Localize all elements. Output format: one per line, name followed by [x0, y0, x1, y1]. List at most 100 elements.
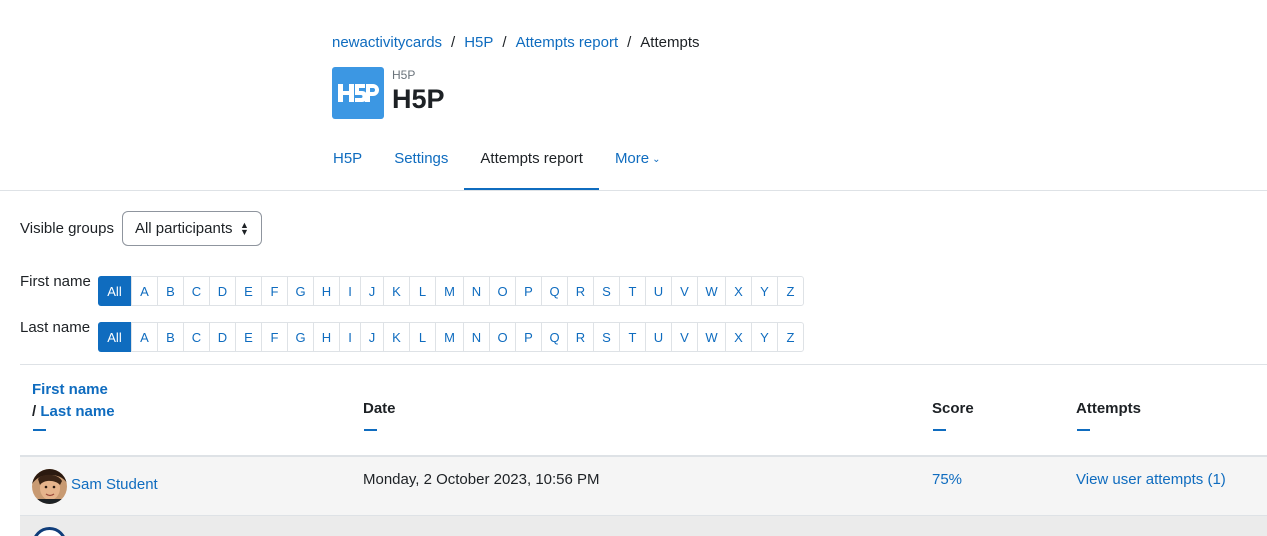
last-name-initial-a[interactable]: A: [131, 323, 157, 351]
breadcrumb-separator: /: [627, 34, 632, 51]
first-name-initial-y[interactable]: Y: [751, 277, 777, 305]
first-name-initial-v[interactable]: V: [671, 277, 697, 305]
last-name-initial-w[interactable]: W: [697, 323, 725, 351]
first-name-initial-t[interactable]: T: [619, 277, 645, 305]
last-name-initial-e[interactable]: E: [235, 323, 261, 351]
table-top-border: [20, 364, 1267, 365]
last-name-initial-t[interactable]: T: [619, 323, 645, 351]
page-pretitle: H5P: [392, 68, 416, 82]
avatar[interactable]: [32, 527, 67, 536]
last-name-initials-label: Last name: [20, 319, 91, 336]
last-name-initial-x[interactable]: X: [725, 323, 751, 351]
breadcrumb-separator: /: [502, 34, 507, 51]
name-separator: /: [32, 403, 37, 420]
first-name-initial-b[interactable]: B: [157, 277, 183, 305]
last-name-initial-q[interactable]: Q: [541, 323, 567, 351]
breadcrumb-attempts-report-link[interactable]: Attempts report: [516, 34, 619, 51]
first-name-initial-x[interactable]: X: [725, 277, 751, 305]
first-name-initial-s[interactable]: S: [593, 277, 619, 305]
last-name-initial-all[interactable]: All: [98, 322, 131, 352]
last-name-initial-p[interactable]: P: [515, 323, 541, 351]
first-name-initial-m[interactable]: M: [435, 277, 463, 305]
first-name-initial-k[interactable]: K: [383, 277, 409, 305]
page-title: H5P: [392, 84, 445, 114]
last-name-initial-d[interactable]: D: [209, 323, 235, 351]
collapse-score-column-icon[interactable]: [933, 429, 946, 431]
select-arrows-icon: ▲ ▼: [240, 219, 249, 237]
tabs-divider: [0, 190, 1267, 191]
first-name-initial-z[interactable]: Z: [777, 277, 803, 305]
attempt-date: Monday, 2 October 2023, 10:56 PM: [363, 471, 600, 488]
last-name-initials: Last name All A B C D E F G H I J K L M N O P Q R S T U V W X Y Z: [20, 319, 804, 352]
chevron-down-icon: ⌄: [652, 154, 661, 165]
sort-last-name-link[interactable]: Last name: [40, 403, 114, 420]
first-name-initial-i[interactable]: I: [339, 277, 360, 305]
first-name-initial-o[interactable]: O: [489, 277, 515, 305]
user-name-link[interactable]: Sam Student: [71, 476, 158, 493]
breadcrumb: newactivitycards / H5P / Attempts report…: [332, 34, 699, 51]
avatar[interactable]: [32, 469, 67, 504]
breadcrumb-h5p-link[interactable]: H5P: [464, 34, 493, 51]
collapse-date-column-icon[interactable]: [364, 429, 377, 431]
score-link[interactable]: 75%: [932, 471, 962, 488]
first-name-initial-c[interactable]: C: [183, 277, 209, 305]
first-name-initial-f[interactable]: F: [261, 277, 287, 305]
first-name-initials-label: First name: [20, 273, 91, 290]
last-name-initials-bar: All A B C D E F G H I J K L M N O P Q R S T U V W X Y Z: [98, 322, 804, 352]
last-name-initial-g[interactable]: G: [287, 323, 313, 351]
first-name-initial-q[interactable]: Q: [541, 277, 567, 305]
first-name-initials-bar: All A B C D E F G H I J K L M N O P Q R S T U V W X Y Z: [98, 276, 804, 306]
last-name-initial-i[interactable]: I: [339, 323, 360, 351]
first-name-initial-h[interactable]: H: [313, 277, 339, 305]
first-name-initial-all[interactable]: All: [98, 276, 131, 306]
last-name-initial-r[interactable]: R: [567, 323, 593, 351]
collapse-name-column-icon[interactable]: [33, 429, 46, 431]
last-name-initial-h[interactable]: H: [313, 323, 339, 351]
first-name-initial-d[interactable]: D: [209, 277, 235, 305]
last-name-initial-o[interactable]: O: [489, 323, 515, 351]
visible-groups-label: Visible groups: [20, 220, 114, 237]
table-row: Sam Student Monday, 2 October 2023, 10:5…: [20, 457, 1267, 516]
h5p-logo-icon: [332, 67, 384, 119]
visible-groups-selected: All participants: [134, 220, 233, 237]
last-name-initial-y[interactable]: Y: [751, 323, 777, 351]
last-name-initial-f[interactable]: F: [261, 323, 287, 351]
last-name-initial-j[interactable]: J: [360, 323, 383, 351]
tab-more[interactable]: More ⌄: [599, 132, 677, 191]
column-header-name: First name / Last name: [32, 379, 115, 423]
view-user-attempts-link[interactable]: View user attempts (1): [1076, 471, 1226, 488]
breadcrumb-current: Attempts: [640, 34, 700, 51]
sort-first-name-link[interactable]: First name: [32, 381, 108, 398]
last-name-initial-l[interactable]: L: [409, 323, 435, 351]
first-name-initial-j[interactable]: J: [360, 277, 383, 305]
visible-groups-select[interactable]: All participants ▲ ▼: [121, 211, 262, 246]
column-header-score: Score: [932, 400, 974, 417]
last-name-initial-m[interactable]: M: [435, 323, 463, 351]
last-name-initial-s[interactable]: S: [593, 323, 619, 351]
last-name-initial-z[interactable]: Z: [777, 323, 803, 351]
column-header-attempts: Attempts: [1076, 400, 1142, 417]
first-name-initial-a[interactable]: A: [131, 277, 157, 305]
page-header: H5P H5P: [332, 67, 445, 119]
collapse-attempts-column-icon[interactable]: [1077, 429, 1090, 431]
first-name-initial-n[interactable]: N: [463, 277, 489, 305]
last-name-initial-b[interactable]: B: [157, 323, 183, 351]
tab-more-label: More: [614, 150, 650, 167]
first-name-initial-u[interactable]: U: [645, 277, 671, 305]
first-name-initial-e[interactable]: E: [235, 277, 261, 305]
tab-attempts-report[interactable]: Attempts report: [464, 132, 599, 191]
last-name-initial-n[interactable]: N: [463, 323, 489, 351]
first-name-initial-r[interactable]: R: [567, 277, 593, 305]
last-name-initial-c[interactable]: C: [183, 323, 209, 351]
first-name-initial-l[interactable]: L: [409, 277, 435, 305]
first-name-initial-g[interactable]: G: [287, 277, 313, 305]
table-row: [20, 516, 1267, 536]
tab-h5p[interactable]: H5P: [317, 132, 378, 191]
first-name-initial-p[interactable]: P: [515, 277, 541, 305]
last-name-initial-k[interactable]: K: [383, 323, 409, 351]
first-name-initial-w[interactable]: W: [697, 277, 725, 305]
last-name-initial-v[interactable]: V: [671, 323, 697, 351]
breadcrumb-course-link[interactable]: newactivitycards: [332, 34, 442, 51]
last-name-initial-u[interactable]: U: [645, 323, 671, 351]
tab-settings[interactable]: Settings: [378, 132, 464, 191]
